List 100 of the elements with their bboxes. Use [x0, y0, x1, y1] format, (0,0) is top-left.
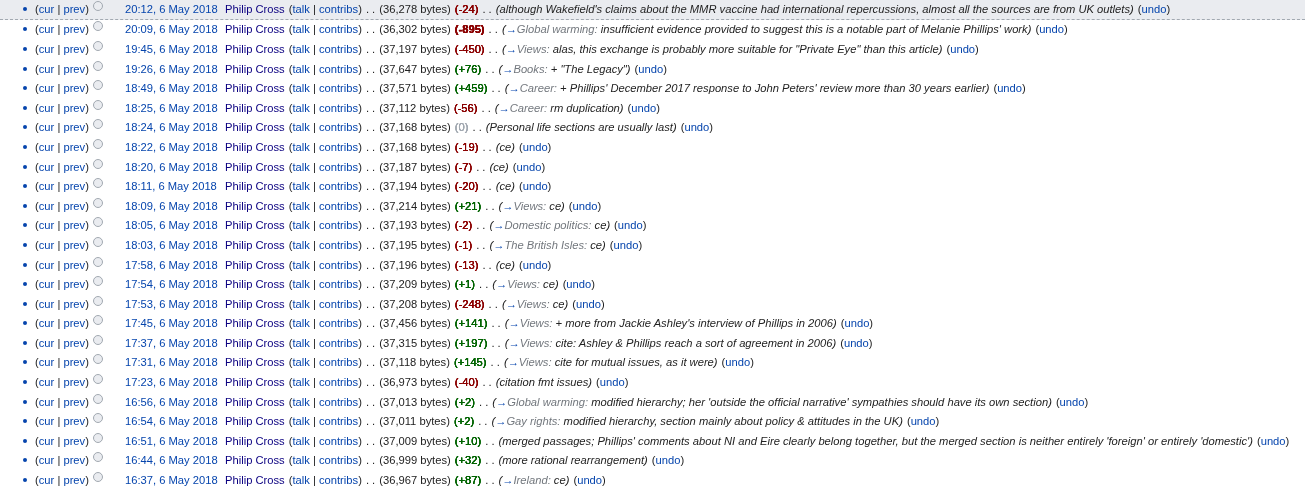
user-link[interactable]: Philip Cross: [225, 43, 285, 55]
revision-date-link[interactable]: 17:23, 6 May 2018: [125, 376, 225, 389]
talk-link[interactable]: talk: [292, 356, 310, 369]
contribs-link[interactable]: contribs: [318, 160, 359, 173]
user-link[interactable]: Philip Cross: [225, 278, 285, 291]
cur-link[interactable]: cur: [38, 101, 55, 114]
section-link[interactable]: Views:: [516, 43, 550, 55]
revision-radio[interactable]: [92, 452, 103, 463]
revision-date-link[interactable]: 18:24, 6 May 2018: [125, 121, 225, 134]
revision-date-link[interactable]: 17:31, 6 May 2018: [125, 356, 225, 369]
prev-link[interactable]: prev: [63, 180, 86, 193]
prev-link[interactable]: prev: [63, 101, 86, 114]
section-arrow-link[interactable]: →: [498, 101, 510, 114]
user-link[interactable]: Philip Cross: [225, 258, 285, 271]
revision-date-link[interactable]: 16:51, 6 May 2018: [125, 434, 225, 447]
prev-link[interactable]: prev: [63, 238, 86, 251]
revision-radio[interactable]: [92, 315, 103, 326]
user-link[interactable]: Philip Cross: [225, 297, 285, 310]
section-arrow-link[interactable]: →: [495, 415, 507, 428]
cur-link[interactable]: cur: [38, 434, 55, 447]
cur-link[interactable]: cur: [38, 140, 55, 153]
talk-link[interactable]: talk: [292, 454, 310, 467]
cur-link[interactable]: cur: [38, 376, 55, 389]
user-link[interactable]: Philip Cross: [225, 454, 285, 467]
user-link[interactable]: Philip Cross: [225, 62, 285, 75]
revision-date-link[interactable]: 18:49, 6 May 2018: [125, 82, 225, 95]
revision-date-link[interactable]: 16:56, 6 May 2018: [125, 395, 225, 408]
prev-link[interactable]: prev: [63, 454, 86, 467]
contribs-link[interactable]: contribs: [318, 62, 359, 75]
prev-link[interactable]: prev: [63, 219, 86, 232]
contribs-link[interactable]: contribs: [318, 23, 359, 36]
section-arrow-link[interactable]: →: [508, 82, 520, 95]
revision-date-link[interactable]: 18:22, 6 May 2018: [125, 140, 225, 153]
user-link[interactable]: Philip Cross: [225, 3, 285, 16]
cur-link[interactable]: cur: [38, 160, 55, 173]
section-link[interactable]: Views:: [507, 278, 540, 291]
revision-date-link[interactable]: 20:09, 6 May 2018: [125, 23, 225, 36]
user-link[interactable]: Philip Cross: [225, 160, 285, 173]
user-link[interactable]: Philip Cross: [225, 219, 285, 232]
section-link[interactable]: Global warming:: [507, 395, 589, 408]
undo-link[interactable]: undo: [910, 415, 936, 428]
prev-link[interactable]: prev: [63, 415, 86, 428]
contribs-link[interactable]: contribs: [318, 317, 359, 330]
revision-radio[interactable]: [92, 197, 103, 208]
revision-date-link[interactable]: 17:54, 6 May 2018: [125, 278, 225, 291]
talk-link[interactable]: talk: [292, 199, 310, 212]
contribs-link[interactable]: contribs: [318, 121, 359, 134]
cur-link[interactable]: cur: [38, 336, 55, 349]
talk-link[interactable]: talk: [292, 160, 310, 173]
cur-link[interactable]: cur: [38, 199, 55, 212]
contribs-link[interactable]: contribs: [318, 278, 359, 291]
contribs-link[interactable]: contribs: [318, 415, 359, 428]
talk-link[interactable]: talk: [292, 258, 310, 271]
revision-radio[interactable]: [92, 41, 103, 51]
revision-radio[interactable]: [92, 217, 103, 228]
undo-link[interactable]: undo: [617, 219, 643, 232]
contribs-link[interactable]: contribs: [318, 376, 359, 389]
cur-link[interactable]: cur: [38, 356, 55, 369]
revision-date-link[interactable]: 16:54, 6 May 2018: [125, 415, 225, 428]
section-arrow-link[interactable]: →: [508, 317, 520, 330]
talk-link[interactable]: talk: [292, 43, 310, 55]
user-link[interactable]: Philip Cross: [225, 23, 285, 36]
revision-radio[interactable]: [92, 256, 103, 267]
cur-link[interactable]: cur: [38, 395, 55, 408]
cur-link[interactable]: cur: [38, 258, 55, 271]
user-link[interactable]: Philip Cross: [225, 434, 285, 447]
undo-link[interactable]: undo: [1141, 3, 1167, 16]
revision-radio[interactable]: [92, 432, 103, 443]
talk-link[interactable]: talk: [292, 219, 310, 232]
user-link[interactable]: Philip Cross: [225, 180, 285, 193]
revision-date-link[interactable]: 20:12, 6 May 2018: [125, 3, 225, 16]
contribs-link[interactable]: contribs: [318, 434, 359, 447]
contribs-link[interactable]: contribs: [318, 454, 359, 467]
talk-link[interactable]: talk: [292, 317, 310, 330]
cur-link[interactable]: cur: [38, 297, 55, 310]
cur-link[interactable]: cur: [38, 121, 55, 134]
revision-date-link[interactable]: 17:53, 6 May 2018: [125, 297, 225, 310]
section-arrow-link[interactable]: →: [496, 278, 508, 291]
section-link[interactable]: Books:: [513, 62, 548, 75]
undo-link[interactable]: undo: [684, 121, 710, 134]
contribs-link[interactable]: contribs: [318, 82, 359, 95]
section-link[interactable]: Domestic politics:: [504, 219, 592, 232]
cur-link[interactable]: cur: [38, 219, 55, 232]
user-link[interactable]: Philip Cross: [225, 356, 285, 369]
contribs-link[interactable]: contribs: [318, 258, 359, 271]
prev-link[interactable]: prev: [63, 199, 86, 212]
contribs-link[interactable]: contribs: [318, 140, 359, 153]
revision-date-link[interactable]: 17:37, 6 May 2018: [125, 336, 225, 349]
revision-date-link[interactable]: 19:45, 6 May 2018: [125, 43, 225, 55]
prev-link[interactable]: prev: [63, 121, 86, 134]
revision-date-link[interactable]: 18:03, 6 May 2018: [125, 238, 225, 251]
undo-link[interactable]: undo: [522, 140, 548, 153]
section-arrow-link[interactable]: →: [496, 395, 508, 408]
undo-link[interactable]: undo: [522, 258, 548, 271]
undo-link[interactable]: undo: [638, 62, 664, 75]
undo-link[interactable]: undo: [599, 376, 625, 389]
revision-date-link[interactable]: 17:58, 6 May 2018: [125, 258, 225, 271]
user-link[interactable]: Philip Cross: [225, 199, 285, 212]
revision-radio[interactable]: [92, 158, 103, 169]
section-link[interactable]: The British Isles:: [504, 238, 588, 251]
